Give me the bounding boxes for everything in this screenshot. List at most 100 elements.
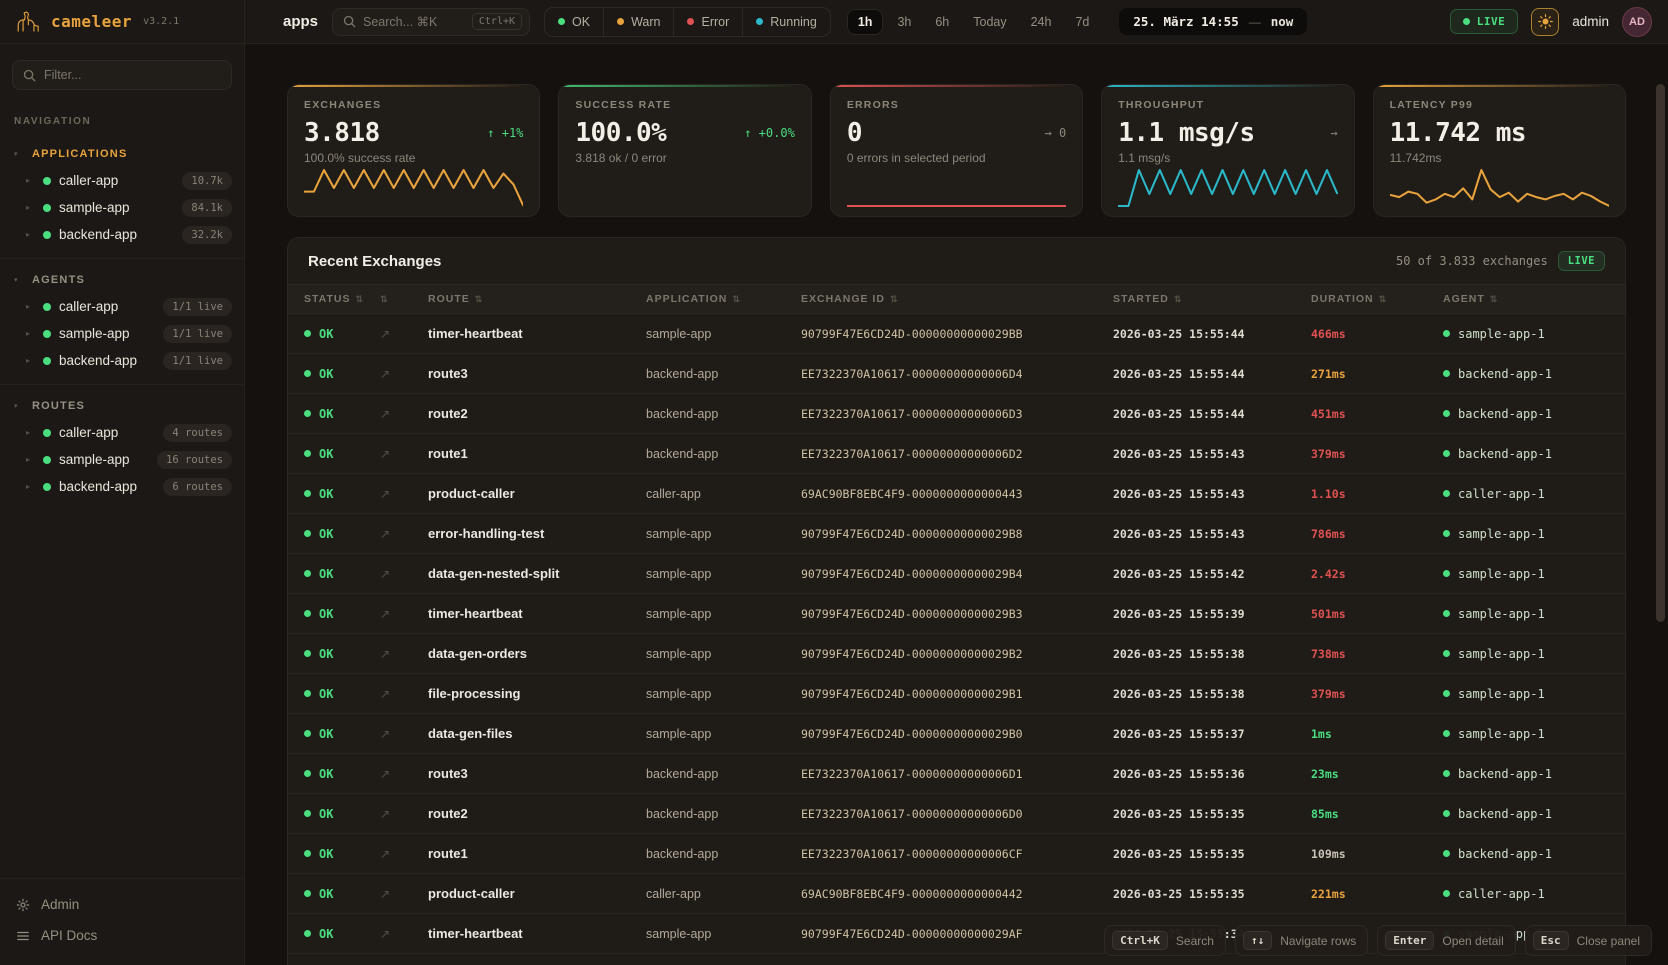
sidebar-item-backend-app[interactable]: ▸backend-app1/1 live <box>0 347 244 374</box>
table-row[interactable]: OK↗file-processingsample-app90799F47E6CD… <box>288 674 1625 714</box>
table-row[interactable]: OK↗route1backend-appEE7322370A10617-0000… <box>288 434 1625 474</box>
time-range-24h[interactable]: 24h <box>1021 10 1062 34</box>
table-row[interactable]: OK↗product-callercaller-app69AC90BF8EBC4… <box>288 474 1625 514</box>
nav-item-label: backend-app <box>59 353 155 368</box>
theme-toggle-button[interactable] <box>1531 8 1559 36</box>
hint-open-detail: EnterOpen detail <box>1377 925 1516 956</box>
camel-logo-icon <box>14 10 42 34</box>
ok-dot-icon <box>304 370 311 377</box>
column-header-route[interactable]: ROUTE⇅ <box>428 293 646 305</box>
open-detail-icon[interactable]: ↗ <box>380 847 428 861</box>
sidebar-item-sample-app[interactable]: ▸sample-app84.1k <box>0 194 244 221</box>
open-detail-icon[interactable]: ↗ <box>380 767 428 781</box>
duration-cell: 1ms <box>1311 727 1443 741</box>
table-row[interactable]: OK↗error-handling-testsample-app90799F47… <box>288 514 1625 554</box>
time-range-7d[interactable]: 7d <box>1065 10 1099 34</box>
exchange-id-cell: 90799F47E6CD24D-00000000000029B0 <box>801 727 1113 741</box>
table-row[interactable]: OK↗data-gen-nested-splitsample-app90799F… <box>288 554 1625 594</box>
open-detail-icon[interactable]: ↗ <box>380 887 428 901</box>
card-subtitle: 3.818 ok / 0 error <box>575 151 794 165</box>
table-row[interactable]: OK↗data-gen-filessample-app90799F47E6CD2… <box>288 714 1625 754</box>
column-header-agent[interactable]: AGENT⇅ <box>1443 293 1625 305</box>
sidebar-item-backend-app[interactable]: ▸backend-app6 routes <box>0 473 244 500</box>
open-detail-icon[interactable]: ↗ <box>380 327 428 341</box>
sidebar-item-backend-app[interactable]: ▸backend-app32.2k <box>0 221 244 248</box>
table-row[interactable]: OK↗timer-heartbeatsample-app90799F47E6CD… <box>288 594 1625 634</box>
sidebar-item-sample-app[interactable]: ▸sample-app16 routes <box>0 446 244 473</box>
sidebar-item-caller-app[interactable]: ▸caller-app1/1 live <box>0 293 244 320</box>
started-cell: 2026-03-25 15:55:35 <box>1113 847 1311 861</box>
sidebar-footer-api-docs[interactable]: API Docs <box>0 920 244 951</box>
column-header-duration[interactable]: DURATION⇅ <box>1311 293 1443 305</box>
sidebar-item-sample-app[interactable]: ▸sample-app1/1 live <box>0 320 244 347</box>
duration-cell: 451ms <box>1311 407 1443 421</box>
table-row[interactable]: OK↗route2backend-appEE7322370A10617-0000… <box>288 794 1625 834</box>
agent-name: sample-app-1 <box>1458 567 1545 581</box>
open-detail-icon[interactable]: ↗ <box>380 407 428 421</box>
open-detail-icon[interactable]: ↗ <box>380 447 428 461</box>
status-filter-running[interactable]: Running <box>742 8 830 36</box>
agent-dot-icon <box>1443 770 1450 777</box>
live-toggle[interactable]: LIVE <box>1450 9 1519 34</box>
scrollbar-track[interactable] <box>1656 48 1665 965</box>
sidebar-filter-input[interactable]: Filter... <box>12 60 232 90</box>
stat-card-latency-p99: LATENCY P9911.742 ms11.742ms <box>1373 84 1626 217</box>
table-row[interactable]: OK↗timer-heartbeatsample-app90799F47E6CD… <box>288 314 1625 354</box>
table-row[interactable]: OK↗data-gen-orderssample-app90799F47E6CD… <box>288 634 1625 674</box>
status-filter-warn[interactable]: Warn <box>603 8 673 36</box>
status-value: OK <box>319 487 333 501</box>
column-header-expand[interactable]: ⇅ <box>380 294 428 305</box>
avatar[interactable]: AD <box>1622 7 1652 37</box>
table-row[interactable]: OK↗product-callercaller-app69AC90BF8EBC4… <box>288 874 1625 914</box>
card-subtitle: 11.742ms <box>1390 151 1609 165</box>
open-detail-icon[interactable]: ↗ <box>380 727 428 741</box>
sidebar-item-caller-app[interactable]: ▸caller-app4 routes <box>0 419 244 446</box>
table-row[interactable]: OK↗route1backend-appEE7322370A10617-0000… <box>288 834 1625 874</box>
hint-label: Navigate rows <box>1280 934 1356 948</box>
user-name: admin <box>1572 14 1609 29</box>
time-range-1h[interactable]: 1h <box>847 9 884 35</box>
open-detail-icon[interactable]: ↗ <box>380 367 428 381</box>
sidebar: cameleer v3.2.1 Filter... NAVIGATION ▾AP… <box>0 0 245 965</box>
status-filter-ok[interactable]: OK <box>545 8 603 36</box>
nav-section-header-routes[interactable]: ▾ROUTES <box>0 393 244 419</box>
column-header-exchange-id[interactable]: EXCHANGE ID⇅ <box>801 293 1113 305</box>
time-range-3h[interactable]: 3h <box>887 10 921 34</box>
sidebar-item-caller-app[interactable]: ▸caller-app10.7k <box>0 167 244 194</box>
open-detail-icon[interactable]: ↗ <box>380 567 428 581</box>
sidebar-footer-admin[interactable]: Admin <box>0 889 244 920</box>
table-row[interactable]: OK↗route2backend-appEE7322370A10617-0000… <box>288 394 1625 434</box>
nav-item-badge: 4 routes <box>163 424 232 442</box>
card-accent-line <box>1374 85 1625 87</box>
time-range-today[interactable]: Today <box>963 10 1016 34</box>
duration-cell: 501ms <box>1311 607 1443 621</box>
open-detail-icon[interactable]: ↗ <box>380 487 428 501</box>
search-input[interactable]: Search... ⌘K Ctrl+K <box>332 8 530 36</box>
open-detail-icon[interactable]: ↗ <box>380 807 428 821</box>
open-detail-icon[interactable]: ↗ <box>380 527 428 541</box>
agent-dot-icon <box>1443 810 1450 817</box>
nav-section-header-applications[interactable]: ▾APPLICATIONS <box>0 141 244 167</box>
open-detail-icon[interactable]: ↗ <box>380 687 428 701</box>
agent-cell: backend-app-1 <box>1443 807 1625 821</box>
column-header-status[interactable]: STATUS⇅ <box>304 293 380 305</box>
route-cell: error-handling-test <box>428 526 646 541</box>
column-header-application[interactable]: APPLICATION⇅ <box>646 293 801 305</box>
kbd-esc: Esc <box>1533 931 1569 950</box>
card-label: SUCCESS RATE <box>575 99 794 111</box>
stat-card-errors: ERRORS0→ 00 errors in selected period <box>830 84 1083 217</box>
open-detail-icon[interactable]: ↗ <box>380 927 428 941</box>
date-range-display[interactable]: 25. März 14:55 — now <box>1119 8 1307 35</box>
open-detail-icon[interactable]: ↗ <box>380 647 428 661</box>
nav-section-header-agents[interactable]: ▾AGENTS <box>0 267 244 293</box>
status-filter-error[interactable]: Error <box>673 8 742 36</box>
open-detail-icon[interactable]: ↗ <box>380 607 428 621</box>
column-header-started[interactable]: STARTED⇅ <box>1113 293 1311 305</box>
nav-item-label: sample-app <box>59 200 174 215</box>
table-row[interactable]: OK↗route3backend-appEE7322370A10617-0000… <box>288 354 1625 394</box>
search-icon <box>343 15 356 28</box>
scrollbar-thumb[interactable] <box>1656 84 1665 622</box>
nav-item-badge: 1/1 live <box>163 352 232 370</box>
time-range-6h[interactable]: 6h <box>925 10 959 34</box>
table-row[interactable]: OK↗route3backend-appEE7322370A10617-0000… <box>288 754 1625 794</box>
